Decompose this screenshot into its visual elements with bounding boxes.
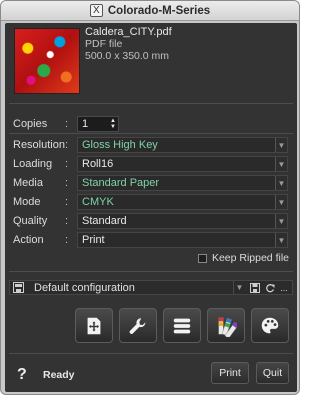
mode-value: CMYK xyxy=(82,196,114,208)
chevron-down-icon[interactable]: ▼ xyxy=(275,214,287,228)
copies-row: Copies : 1 ▲ ▼ xyxy=(9,116,293,132)
color-swatches-button[interactable] xyxy=(207,308,245,343)
colon: : xyxy=(65,177,69,189)
quality-row: Quality: Standard ▼ xyxy=(9,213,293,229)
quality-value: Standard xyxy=(82,215,127,227)
colon: : xyxy=(65,118,69,130)
app-window: X Colorado-M-Series Caldera_CITY.pdf PDF… xyxy=(0,0,300,395)
swatches-icon xyxy=(218,317,237,337)
save-icon[interactable] xyxy=(249,282,261,293)
media-label: Media xyxy=(13,177,43,189)
configuration-select[interactable]: Default configuration ▼ ... xyxy=(9,280,293,295)
file-type: PDF file xyxy=(85,38,123,50)
settings-button[interactable] xyxy=(119,308,157,343)
mode-row: Mode: CMYK ▼ xyxy=(9,194,293,210)
position-button[interactable] xyxy=(75,308,113,343)
queue-button[interactable] xyxy=(163,308,201,343)
main-panel: Caldera_CITY.pdf PDF file 500.0 x 350.0 … xyxy=(5,23,297,392)
media-row: Media: Standard Paper ▼ xyxy=(9,175,293,191)
divider xyxy=(9,271,293,272)
file-size: 500.0 x 350.0 mm xyxy=(85,50,170,62)
divider xyxy=(9,353,293,354)
refresh-icon[interactable] xyxy=(264,282,276,293)
divider xyxy=(9,103,293,104)
tool-buttons xyxy=(75,308,295,343)
media-select[interactable]: Standard Paper ▼ xyxy=(77,175,288,191)
action-select[interactable]: Print ▼ xyxy=(77,232,288,248)
help-button[interactable]: ? xyxy=(17,366,27,384)
colon: : xyxy=(65,234,69,246)
quit-button[interactable]: Quit xyxy=(256,362,289,384)
palette-button[interactable] xyxy=(251,308,289,343)
divider xyxy=(9,133,293,134)
quality-select[interactable]: Standard ▼ xyxy=(77,213,288,229)
configuration-name: Default configuration xyxy=(34,282,135,294)
resolution-select[interactable]: Gloss High Key ▼ xyxy=(77,137,288,153)
colon: : xyxy=(65,196,69,208)
copies-stepper[interactable]: 1 ▲ ▼ xyxy=(77,116,119,132)
resolution-label: Resolution xyxy=(13,139,65,151)
chevron-down-icon[interactable]: ▼ xyxy=(275,176,287,190)
decrement-icon[interactable]: ▼ xyxy=(110,124,116,130)
action-label: Action xyxy=(13,234,44,246)
mode-label: Mode xyxy=(13,196,41,208)
stepper-arrows[interactable]: ▲ ▼ xyxy=(109,117,117,131)
window-title: Colorado-M-Series xyxy=(107,4,211,17)
status-text: Ready xyxy=(43,369,75,381)
chevron-down-icon[interactable]: ▼ xyxy=(275,157,287,171)
action-value: Print xyxy=(82,234,105,246)
palette-icon xyxy=(261,317,279,333)
colon: : xyxy=(65,139,69,151)
colon: : xyxy=(65,158,69,170)
file-thumbnail xyxy=(14,28,80,94)
menu-icon xyxy=(173,318,191,333)
keep-ripped-file-checkbox[interactable]: Keep Ripped file xyxy=(197,252,289,264)
keep-ripped-file-label: Keep Ripped file xyxy=(211,252,289,264)
x11-logo-icon: X xyxy=(89,4,103,17)
file-info: Caldera_CITY.pdf PDF file 500.0 x 350.0 … xyxy=(85,26,172,62)
resolution-row: Resolution: Gloss High Key ▼ xyxy=(9,137,293,153)
configuration-icon xyxy=(13,282,24,293)
resolution-value: Gloss High Key xyxy=(82,139,158,151)
mode-select[interactable]: CMYK ▼ xyxy=(77,194,288,210)
copies-value: 1 xyxy=(82,118,89,130)
action-row: Action: Print ▼ xyxy=(9,232,293,248)
chevron-down-icon[interactable]: ▼ xyxy=(233,281,245,294)
print-button[interactable]: Print xyxy=(211,362,249,384)
position-icon xyxy=(87,317,101,334)
colon: : xyxy=(65,215,69,227)
checkbox-box[interactable] xyxy=(197,253,207,263)
footer-bar: ? Ready Print Quit xyxy=(5,358,297,392)
loading-row: Loading: Roll16 ▼ xyxy=(9,156,293,172)
media-value: Standard Paper xyxy=(82,177,160,189)
more-options-button[interactable]: ... xyxy=(278,282,290,293)
copies-label: Copies xyxy=(13,118,48,130)
quality-label: Quality xyxy=(13,215,48,227)
chevron-down-icon[interactable]: ▼ xyxy=(275,195,287,209)
chevron-down-icon[interactable]: ▼ xyxy=(275,138,287,152)
chevron-down-icon[interactable]: ▼ xyxy=(275,233,287,247)
loading-value: Roll16 xyxy=(82,158,114,170)
file-name: Caldera_CITY.pdf xyxy=(85,26,172,38)
title-bar: X Colorado-M-Series xyxy=(1,1,299,21)
wrench-icon xyxy=(129,317,146,334)
loading-select[interactable]: Roll16 ▼ xyxy=(77,156,288,172)
loading-label: Loading xyxy=(13,158,53,170)
